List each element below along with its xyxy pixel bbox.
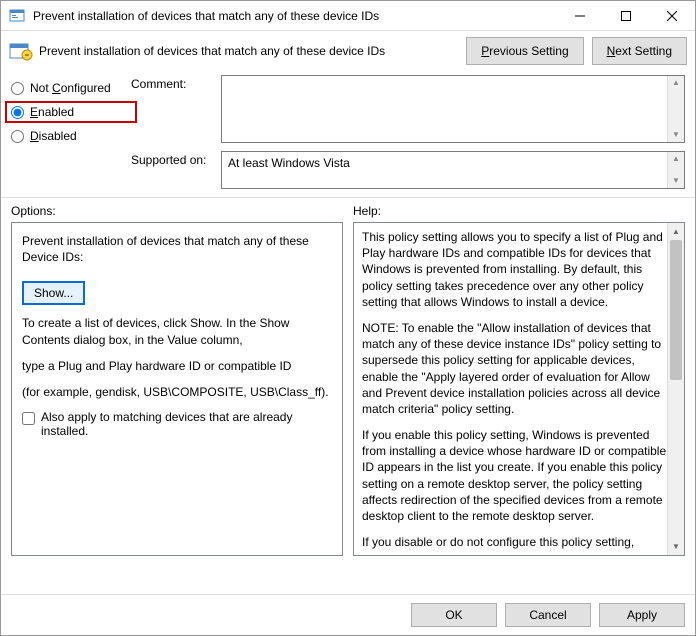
help-label: Help: xyxy=(353,204,685,218)
also-apply-row[interactable]: Also apply to matching devices that are … xyxy=(22,410,332,438)
help-p3: If you enable this policy setting, Windo… xyxy=(362,427,672,524)
ok-button[interactable]: OK xyxy=(411,603,497,627)
title-bar: Prevent installation of devices that mat… xyxy=(1,1,695,31)
fields-grid: Comment: ▲▼ Supported on: At least Windo… xyxy=(131,75,685,189)
options-p2: type a Plug and Play hardware ID or comp… xyxy=(22,358,332,374)
radio-enabled-label: Enabled xyxy=(30,105,74,119)
close-button[interactable] xyxy=(649,1,695,31)
options-label: Options: xyxy=(11,204,343,218)
footer: OK Cancel Apply xyxy=(1,594,695,635)
help-column: Help: This policy setting allows you to … xyxy=(353,204,685,556)
previous-setting-button[interactable]: Previous Setting xyxy=(466,37,583,65)
policy-icon xyxy=(9,41,33,61)
window-controls xyxy=(557,1,695,31)
options-column: Options: Prevent installation of devices… xyxy=(11,204,343,556)
cancel-button[interactable]: Cancel xyxy=(505,603,591,627)
radio-disabled-label: Disabled xyxy=(30,129,77,143)
config-area: Not Configured Enabled Disabled Comment:… xyxy=(1,71,695,189)
radio-not-configured[interactable]: Not Configured xyxy=(11,81,131,95)
scroll-thumb[interactable] xyxy=(670,240,682,380)
policy-title: Prevent installation of devices that mat… xyxy=(39,44,458,58)
help-panel: This policy setting allows you to specif… xyxy=(353,222,685,556)
supported-on-box: At least Windows Vista ▲▼ xyxy=(221,151,685,189)
maximize-button[interactable] xyxy=(603,1,649,31)
radio-enabled[interactable]: Enabled xyxy=(5,101,137,123)
scroll-track[interactable] xyxy=(668,380,684,538)
help-p4: If you disable or do not configure this … xyxy=(362,534,672,549)
help-scrollbar[interactable]: ▲ ▼ xyxy=(667,223,684,555)
radio-not-configured-input[interactable] xyxy=(11,82,24,95)
show-button[interactable]: Show... xyxy=(22,281,85,305)
help-p2: NOTE: To enable the "Allow installation … xyxy=(362,320,672,417)
minimize-button[interactable] xyxy=(557,1,603,31)
options-p3: (for example, gendisk, USB\COMPOSITE, US… xyxy=(22,384,332,400)
radio-not-configured-label: Not Configured xyxy=(30,81,111,95)
comment-textarea[interactable]: ▲▼ xyxy=(221,75,685,143)
options-p1: To create a list of devices, click Show.… xyxy=(22,315,332,347)
lower-area: Options: Prevent installation of devices… xyxy=(1,198,695,556)
also-apply-label: Also apply to matching devices that are … xyxy=(41,410,332,438)
scroll-up-icon[interactable]: ▲ xyxy=(668,223,684,240)
next-setting-button[interactable]: Next Setting xyxy=(592,37,687,65)
radio-disabled-input[interactable] xyxy=(11,130,24,143)
supported-label: Supported on: xyxy=(131,151,221,167)
also-apply-checkbox[interactable] xyxy=(22,412,35,425)
help-text: This policy setting allows you to specif… xyxy=(362,229,676,549)
app-icon xyxy=(9,8,25,24)
comment-scrollbar[interactable]: ▲▼ xyxy=(667,76,684,142)
radio-enabled-input[interactable] xyxy=(11,106,24,119)
window-title: Prevent installation of devices that mat… xyxy=(33,9,557,23)
radio-disabled[interactable]: Disabled xyxy=(11,129,131,143)
header-row: Prevent installation of devices that mat… xyxy=(1,31,695,71)
options-heading: Prevent installation of devices that mat… xyxy=(22,233,332,265)
supported-on-text: At least Windows Vista xyxy=(228,156,350,170)
supported-scrollbar[interactable]: ▲▼ xyxy=(667,152,684,188)
help-p1: This policy setting allows you to specif… xyxy=(362,229,672,310)
options-panel: Prevent installation of devices that mat… xyxy=(11,222,343,556)
apply-button[interactable]: Apply xyxy=(599,603,685,627)
scroll-down-icon[interactable]: ▼ xyxy=(668,538,684,555)
state-radios: Not Configured Enabled Disabled xyxy=(11,75,131,189)
comment-label: Comment: xyxy=(131,75,221,91)
